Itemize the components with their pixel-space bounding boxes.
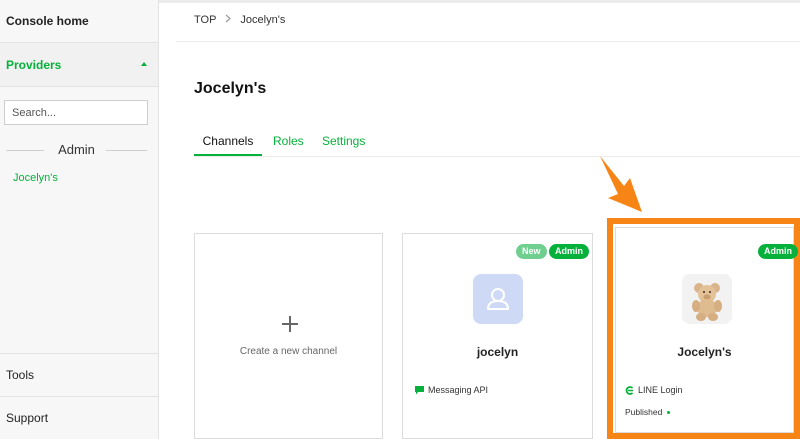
breadcrumb-current: Jocelyn's bbox=[240, 14, 286, 26]
channel-card-jocelyns[interactable]: Admin Jocelyn's LINE Login Published bbox=[615, 227, 798, 433]
channel-card-jocelyn[interactable]: New Admin jocelyn Messaging API bbox=[402, 233, 593, 439]
tab-roles[interactable]: Roles bbox=[273, 128, 304, 156]
sidebar-item-console-home[interactable]: Console home bbox=[0, 0, 158, 43]
console-home-label: Console home bbox=[6, 14, 89, 28]
provider-search-input[interactable] bbox=[4, 100, 148, 125]
providers-label: Providers bbox=[6, 57, 62, 72]
create-channel-card[interactable]: Create a new channel bbox=[194, 233, 383, 439]
create-channel-label: Create a new channel bbox=[239, 346, 338, 357]
admin-section-divider: Admin bbox=[6, 142, 147, 158]
tools-label: Tools bbox=[6, 368, 35, 382]
sidebar: Console home Providers Admin Jocelyn's T… bbox=[0, 0, 159, 439]
channel-name: Jocelyn's bbox=[677, 345, 732, 359]
highlight-frame bbox=[607, 433, 800, 439]
status-label: Published bbox=[625, 407, 663, 417]
teddy-bear-avatar bbox=[682, 274, 732, 324]
sidebar-item-support[interactable]: Support bbox=[0, 396, 158, 439]
sidebar-item-tools[interactable]: Tools bbox=[0, 353, 158, 396]
sidebar-provider-item[interactable]: Jocelyn's bbox=[13, 172, 58, 184]
admin-badge: Admin bbox=[758, 244, 798, 259]
channel-type-label: LINE Login bbox=[638, 385, 683, 395]
breadcrumb-top[interactable]: TOP bbox=[194, 14, 216, 26]
chat-bubble-icon bbox=[415, 385, 424, 394]
divider-line bbox=[106, 150, 147, 151]
tabs-divider bbox=[194, 156, 800, 157]
tab-channels[interactable]: Channels bbox=[194, 128, 262, 156]
plus-icon bbox=[282, 316, 298, 332]
support-label: Support bbox=[6, 411, 49, 425]
sidebar-item-providers[interactable]: Providers bbox=[0, 43, 158, 87]
header-divider bbox=[176, 41, 800, 42]
new-badge: New bbox=[516, 244, 547, 259]
status-dot-icon bbox=[667, 410, 671, 414]
channel-name: jocelyn bbox=[476, 345, 519, 359]
user-placeholder-icon bbox=[473, 274, 523, 324]
tab-settings[interactable]: Settings bbox=[322, 128, 365, 156]
channel-type: LINE Login bbox=[625, 385, 683, 395]
channel-type-label: Messaging API bbox=[428, 385, 489, 395]
caret-up-icon bbox=[141, 62, 147, 66]
line-login-icon bbox=[625, 385, 634, 395]
channel-type: Messaging API bbox=[415, 385, 488, 395]
page-title: Jocelyn's bbox=[194, 80, 267, 97]
status-badge: Published bbox=[625, 407, 671, 417]
annotation-arrow-icon bbox=[600, 156, 642, 212]
admin-badge: Admin bbox=[549, 244, 589, 259]
chevron-right-icon bbox=[225, 14, 232, 26]
breadcrumb: TOP Jocelyn's bbox=[194, 14, 285, 26]
